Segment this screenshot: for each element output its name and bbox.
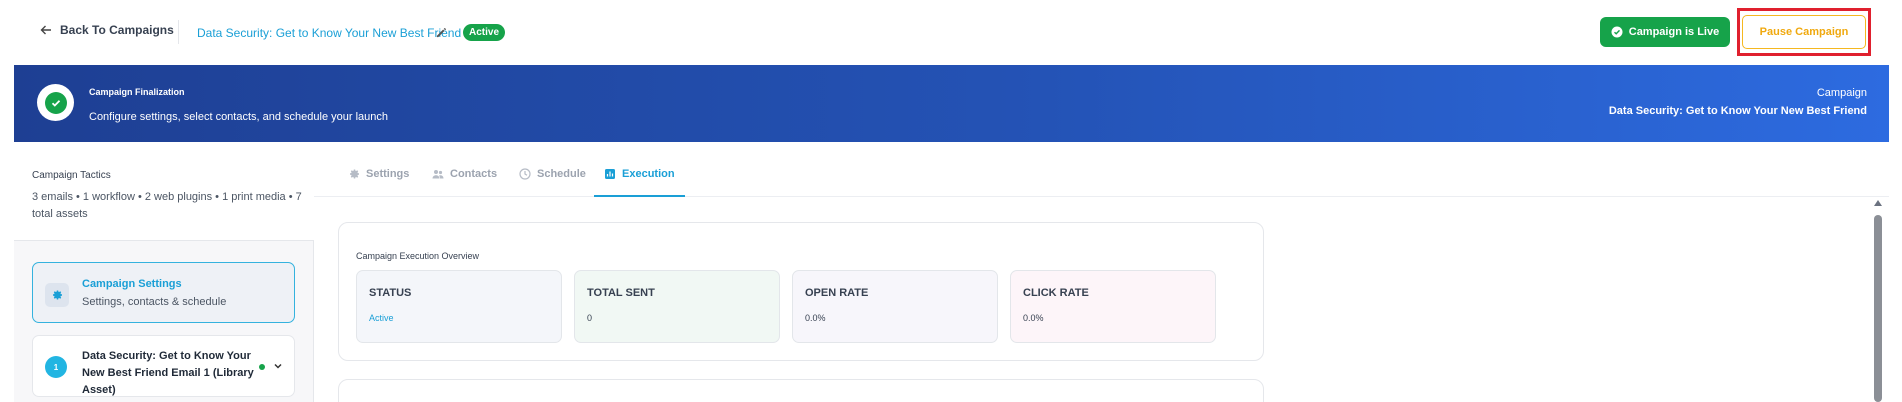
email-asset-card[interactable]: 1 Data Security: Get to Know Your New Be… <box>32 335 295 397</box>
live-label: Campaign is Live <box>1628 26 1720 38</box>
tactics-summary: 3 emails • 1 workflow • 2 web plugins • … <box>32 191 302 220</box>
banner-kicker: Campaign Finalization <box>89 87 185 97</box>
secondary-card <box>338 379 1264 402</box>
email-number-badge: 1 <box>45 356 67 378</box>
email-asset-title: Data Security: Get to Know Your New Best… <box>82 350 254 396</box>
back-to-campaigns-link[interactable]: Back To Campaigns <box>40 23 174 37</box>
stat-card-open-rate: OPEN RATE 0.0% <box>792 270 998 343</box>
gear-icon <box>53 290 62 300</box>
back-label: Back To Campaigns <box>60 23 174 37</box>
stat-label: OPEN RATE <box>805 287 869 299</box>
arrow-left-icon <box>40 25 51 35</box>
tactics-title: Campaign Tactics <box>32 170 111 181</box>
sidebar: Campaign Tactics 3 emails • 1 workflow •… <box>14 143 314 402</box>
stat-card-status: STATUS Active <box>356 270 562 343</box>
check-icon <box>51 99 60 107</box>
stat-card-total-sent: TOTAL SENT 0 <box>574 270 780 343</box>
email-status-dot <box>259 364 265 370</box>
stat-value: 0 <box>587 313 593 323</box>
top-bar: Back To Campaigns Data Security: Get to … <box>0 0 1902 64</box>
stat-card-click-rate: CLICK RATE 0.0% <box>1010 270 1216 343</box>
settings-icon-box <box>45 283 69 307</box>
scroll-up-arrow[interactable] <box>1874 200 1882 206</box>
scrollbar[interactable] <box>1873 200 1883 402</box>
chevron-down-icon[interactable] <box>273 361 283 371</box>
banner-campaign-label: Campaign <box>1816 87 1867 99</box>
execution-overview-card: Campaign Execution Overview STATUS Activ… <box>338 222 1264 361</box>
settings-card-description: Settings, contacts & schedule <box>82 296 227 308</box>
gear-icon <box>350 169 359 179</box>
campaign-settings-card[interactable]: Campaign Settings Settings, contacts & s… <box>32 262 295 323</box>
tab-settings[interactable]: Settings <box>348 168 409 197</box>
pause-campaign-button[interactable]: Pause Campaign <box>1742 15 1866 49</box>
stat-value: 0.0% <box>1023 313 1044 323</box>
finalization-banner: Campaign Finalization Configure settings… <box>14 65 1889 142</box>
banner-campaign-name: Data Security: Get to Know Your New Best… <box>1608 105 1867 117</box>
tab-bar: Settings Contacts Schedule Execution <box>314 143 1889 197</box>
tab-execution[interactable]: Execution <box>594 168 685 197</box>
stat-value: Active <box>369 313 394 323</box>
banner-check-badge <box>37 84 74 121</box>
top-divider <box>178 20 179 44</box>
tab-schedule[interactable]: Schedule <box>519 168 586 197</box>
stat-label: TOTAL SENT <box>587 287 655 299</box>
campaign-tactics-panel: Campaign Tactics 3 emails • 1 workflow •… <box>14 143 314 241</box>
chart-icon <box>605 169 615 179</box>
pencil-icon[interactable] <box>436 27 447 38</box>
tab-label: Schedule <box>537 168 586 180</box>
tab-label: Contacts <box>450 168 498 180</box>
campaign-title-link[interactable]: Data Security: Get to Know Your New Best… <box>197 26 461 40</box>
clock-icon <box>519 168 531 180</box>
stat-label: CLICK RATE <box>1023 287 1089 299</box>
campaign-live-button[interactable]: Campaign is Live <box>1600 17 1730 47</box>
overview-title: Campaign Execution Overview <box>356 251 480 261</box>
users-icon <box>432 170 444 179</box>
banner-subtitle: Configure settings, select contacts, and… <box>89 111 389 123</box>
main-content: Settings Contacts Schedule Execution Cam… <box>314 143 1889 402</box>
settings-card-title: Campaign Settings <box>82 278 182 290</box>
tab-label: Execution <box>622 168 675 180</box>
stat-value: 0.0% <box>805 313 826 323</box>
tab-label: Settings <box>366 168 410 180</box>
scroll-thumb[interactable] <box>1874 215 1882 402</box>
check-circle-icon <box>1611 26 1623 38</box>
tab-contacts[interactable]: Contacts <box>432 168 497 197</box>
status-badge: Active <box>463 24 506 41</box>
stat-label: STATUS <box>369 287 412 299</box>
